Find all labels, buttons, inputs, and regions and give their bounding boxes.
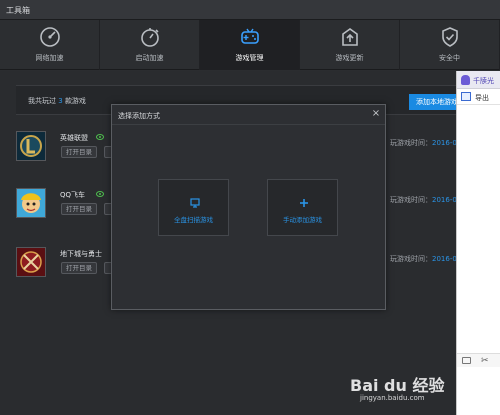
open-directory-button[interactable]: 打开目录 <box>61 203 97 215</box>
full-disk-scan-button[interactable]: 全盘扫描游戏 <box>158 179 229 236</box>
dialog-header: 选择添加方式 × <box>112 105 385 125</box>
side-panel-toolbar: ✂ <box>457 353 500 367</box>
export-label: 导出 <box>475 94 489 102</box>
side-panel-header: 千牍光 <box>457 71 500 89</box>
last-played-date: 2016-0 <box>432 196 457 204</box>
window-title: 工具箱 <box>6 6 30 15</box>
tab-label: 游戏管理 <box>235 54 264 62</box>
side-chat-panel: 千牍光 导出 ✂ <box>456 71 500 415</box>
update-icon <box>342 28 358 46</box>
tab-bar: 网络加速 启动加速 游戏管理 游戏更新 安全中 <box>0 20 500 70</box>
open-directory-button[interactable]: 打开目录 <box>61 262 97 274</box>
last-played-date: 2016-0 <box>432 139 457 147</box>
watermark-logo-text: Bai du 经验 <box>350 376 445 395</box>
summary-prefix: 我共玩过 <box>28 97 56 105</box>
gamepad-icon <box>241 28 259 44</box>
speedometer-icon <box>40 27 60 47</box>
stopwatch-icon <box>141 28 159 47</box>
game-name: 地下城与勇士 <box>60 250 102 258</box>
game-icon-qq-speed[interactable] <box>16 188 46 218</box>
option-label: 全盘扫描游戏 <box>174 216 213 224</box>
qq-penguin-icon <box>461 75 470 85</box>
tab-label: 启动加速 <box>135 54 164 62</box>
baidu-jingyan-watermark: Bai du 经验 jingyan.baidu.com <box>350 372 490 412</box>
dialog-title: 选择添加方式 <box>118 112 160 120</box>
last-played: 玩游戏时间：2016-0 <box>390 254 457 264</box>
last-played-label: 玩游戏时间： <box>390 139 432 147</box>
close-icon[interactable]: × <box>371 109 381 119</box>
tab-network-acceleration[interactable]: 网络加速 <box>0 20 100 70</box>
game-name: 英雄联盟 <box>60 134 88 142</box>
open-directory-button[interactable]: 打开目录 <box>61 146 97 158</box>
tab-label: 网络加速 <box>35 54 64 62</box>
tab-startup-acceleration[interactable]: 启动加速 <box>100 20 200 70</box>
last-played: 玩游戏时间：2016-0 <box>390 195 457 205</box>
summary-suffix: 款游戏 <box>64 97 86 105</box>
scissors-icon[interactable]: ✂ <box>481 355 489 367</box>
tab-label: 游戏更新 <box>335 54 364 62</box>
shield-check-icon <box>442 27 458 47</box>
game-name: QQ飞车 <box>60 191 86 199</box>
tab-game-update[interactable]: 游戏更新 <box>300 20 400 70</box>
folder-icon[interactable] <box>462 357 471 364</box>
export-button[interactable]: 导出 <box>457 89 500 105</box>
monitor-icon <box>190 198 200 208</box>
manual-add-game-button[interactable]: 手动添加游戏 <box>267 179 338 236</box>
games-count-text: 我共玩过 3 款游戏 <box>28 96 86 106</box>
watermark-url: jingyan.baidu.com <box>360 394 425 402</box>
last-played-label: 玩游戏时间： <box>390 255 432 263</box>
tab-label: 安全中 <box>439 54 460 62</box>
tab-game-management[interactable]: 游戏管理 <box>200 20 300 70</box>
option-label: 手动添加游戏 <box>283 216 322 224</box>
games-count: 3 <box>58 97 63 105</box>
title-bar: 工具箱 <box>0 0 500 20</box>
side-panel-title: 千牍光 <box>473 77 494 85</box>
last-played-label: 玩游戏时间： <box>390 196 432 204</box>
plus-icon <box>300 199 308 207</box>
game-icon-dnf[interactable] <box>16 247 46 277</box>
add-method-dialog: 选择添加方式 × 全盘扫描游戏 手动添加游戏 <box>111 104 386 310</box>
visible-eye-icon[interactable] <box>96 191 104 197</box>
game-icon-lol[interactable] <box>16 131 46 161</box>
last-played: 玩游戏时间：2016-0 <box>390 138 457 148</box>
visible-eye-icon[interactable] <box>96 134 104 140</box>
last-played-date: 2016-0 <box>432 255 457 263</box>
image-icon <box>461 92 471 101</box>
tab-security-center[interactable]: 安全中 <box>400 20 500 70</box>
